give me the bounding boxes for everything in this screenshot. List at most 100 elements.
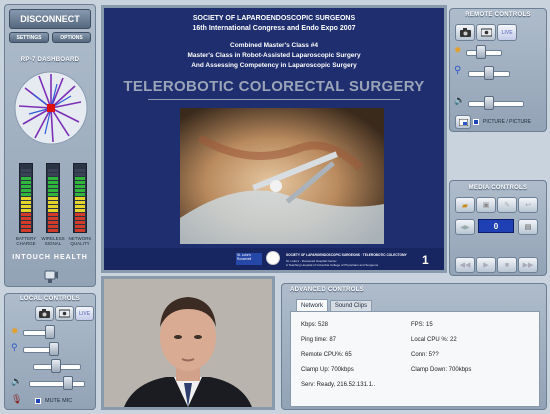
meter-segment xyxy=(21,201,31,204)
remote-brightness-knob[interactable] xyxy=(476,45,486,59)
battery-meter xyxy=(19,163,33,233)
meter-segment xyxy=(75,185,85,188)
meter-segment xyxy=(48,213,58,216)
left-panel: DISCONNECT SETTINGS OPTIONS RP-7 DASHBOA… xyxy=(4,4,96,287)
remote-volume-slider[interactable] xyxy=(468,101,524,107)
stat-clamp-up: Clamp Up: 700kbps xyxy=(301,367,354,373)
remote-zoom-icon: ⚲ xyxy=(454,65,462,76)
meter-segment xyxy=(75,209,85,212)
meter-segment xyxy=(75,189,85,192)
media-rewind-icon[interactable]: ◀◀ xyxy=(455,257,475,273)
remote-video-icon[interactable] xyxy=(476,24,496,41)
media-forward-icon[interactable]: ▶▶ xyxy=(518,257,538,273)
mute-mic-checkbox[interactable] xyxy=(35,398,41,404)
stat-local-cpu: Local CPU %: 22 xyxy=(411,337,457,343)
remote-live-button[interactable]: LIVE xyxy=(497,24,517,41)
meter-segment xyxy=(75,201,85,204)
mic-icon: 🎙 xyxy=(11,394,23,404)
meter-segment xyxy=(21,205,31,208)
meter-segment xyxy=(48,177,58,180)
advanced-controls-title: ADVANCED CONTROLS xyxy=(290,287,364,293)
stat-fps: FPS: 15 xyxy=(411,322,433,328)
network-meter xyxy=(73,163,87,233)
meter-segment xyxy=(48,229,58,232)
slide-badge: St. Luke's Roosevelt xyxy=(236,253,262,265)
tab-sound-clips[interactable]: Sound Clips xyxy=(330,300,372,311)
meter-segment xyxy=(48,221,58,224)
meter-segment xyxy=(48,225,58,228)
remote-speaker-icon: 🔈 xyxy=(454,95,466,105)
meter-segment xyxy=(75,169,85,172)
robot-icon xyxy=(43,268,59,284)
remote-controls-panel: REMOTE CONTROLS LIVE ✹ ⚲ 🔈 PICTURE / PIC… xyxy=(449,8,547,132)
remote-volume-knob[interactable] xyxy=(484,96,494,110)
meter-segment xyxy=(75,225,85,228)
local-volume-knob[interactable] xyxy=(63,376,73,390)
meter-segment xyxy=(48,185,58,188)
meter-segment xyxy=(21,209,31,212)
meter-segment xyxy=(75,217,85,220)
media-back-icon[interactable]: ↩ xyxy=(518,197,538,213)
media-save-icon[interactable]: ▣ xyxy=(476,197,496,213)
local-brightness-knob[interactable] xyxy=(45,325,55,339)
meter-segment xyxy=(75,221,85,224)
meter-segment xyxy=(21,173,31,176)
meter-segment xyxy=(21,169,31,172)
local-video-frame xyxy=(101,276,275,410)
remote-zoom-knob[interactable] xyxy=(484,66,494,80)
advanced-controls-panel: ADVANCED CONTROLS Network Sound Clips Kb… xyxy=(281,283,547,410)
media-prev-icon[interactable]: ◀▶ xyxy=(455,219,475,235)
meter-segment xyxy=(48,181,58,184)
local-video-icon[interactable] xyxy=(55,306,74,321)
media-open-folder-icon[interactable]: ▰ xyxy=(455,197,475,213)
media-stack-icon[interactable]: ▤ xyxy=(518,219,538,235)
meter-segment xyxy=(75,229,85,232)
meter-segment xyxy=(48,173,58,176)
meter-segment xyxy=(48,169,58,172)
pip-checkbox[interactable] xyxy=(473,119,479,125)
meter-segment xyxy=(75,197,85,200)
stat-remote-cpu: Remote CPU%: 65 xyxy=(301,352,352,358)
media-stop-icon[interactable]: ■ xyxy=(497,257,517,273)
local-controls-panel: LOCAL CONTROLS LIVE ✹ ⚲ 🔈 🎙 MUTE MIC xyxy=(4,293,96,410)
picture-in-picture-icon[interactable] xyxy=(455,115,471,129)
options-button[interactable]: OPTIONS xyxy=(52,32,91,43)
pip-label: PICTURE / PICTURE xyxy=(483,119,532,125)
dashboard-title: RP-7 DASHBOARD xyxy=(20,57,80,63)
tab-network[interactable]: Network xyxy=(296,299,328,311)
local-camera-icon[interactable] xyxy=(35,306,54,321)
wireless-meter xyxy=(46,163,60,233)
local-video-feed xyxy=(104,279,272,407)
media-edit-icon[interactable]: ✎ xyxy=(497,197,517,213)
media-play-icon[interactable]: ▶ xyxy=(476,257,496,273)
slide-seal xyxy=(266,251,280,265)
battery-label: BATTERY CHARGE xyxy=(15,236,37,246)
remote-camera-icon[interactable] xyxy=(455,24,475,41)
meter-segment xyxy=(21,197,31,200)
stat-server: Serv: Ready, 216.52.131.1.. xyxy=(301,382,376,388)
slide-number: 1 xyxy=(422,253,429,267)
slide-display[interactable]: SOCIETY OF LAPAROENDOSCOPIC SURGEONS 16t… xyxy=(104,8,444,270)
local-mic-level-knob[interactable] xyxy=(51,359,61,373)
local-live-button[interactable]: LIVE xyxy=(75,306,94,321)
settings-button[interactable]: SETTINGS xyxy=(9,32,49,43)
meter-segment xyxy=(75,205,85,208)
meter-segment xyxy=(21,177,31,180)
slide-hospital-text: St. Luke's - Roosevelt Hospital Center A… xyxy=(286,259,379,267)
stat-kbps: Kbps: 528 xyxy=(301,322,329,328)
meter-segment xyxy=(48,197,58,200)
local-zoom-icon: ⚲ xyxy=(11,342,18,352)
meter-segment xyxy=(75,181,85,184)
meter-segment xyxy=(75,177,85,180)
meter-segment xyxy=(48,193,58,196)
remote-video-frame: SOCIETY OF LAPAROENDOSCOPIC SURGEONS 16t… xyxy=(101,5,447,273)
intouch-logo: INTOUCH HEALTH xyxy=(12,254,88,261)
local-zoom-knob[interactable] xyxy=(49,342,59,356)
local-controls-title: LOCAL CONTROLS xyxy=(19,296,81,302)
slide-title: TELEROBOTIC COLORECTAL SURGERY xyxy=(123,78,425,95)
disconnect-button[interactable]: DISCONNECT xyxy=(9,9,91,29)
stat-clamp-down: Clamp Down: 700kbps xyxy=(411,367,472,373)
meter-segment xyxy=(21,225,31,228)
local-volume-slider[interactable] xyxy=(29,381,85,387)
media-controls-panel: MEDIA CONTROLS ▰ ▣ ✎ ↩ ◀▶ 0 ▤ ◀◀ ▶ ■ ▶▶ xyxy=(449,180,547,276)
